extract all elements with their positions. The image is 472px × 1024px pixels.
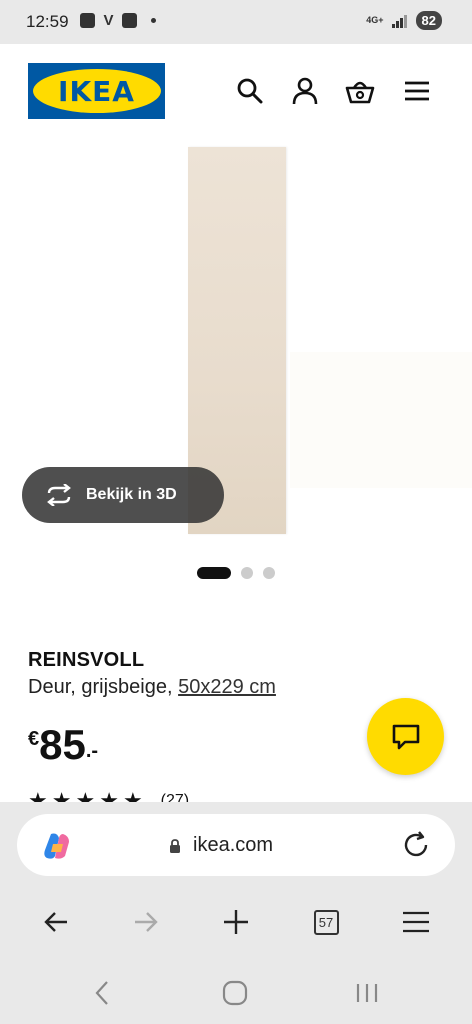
lock-icon	[170, 838, 180, 853]
browser-nav-row: 57	[0, 902, 472, 942]
status-bar: 12:59 V 4G+ 82	[0, 0, 472, 44]
new-tab-button[interactable]	[220, 906, 252, 938]
network-type-icon: 4G+	[366, 15, 384, 25]
chat-button[interactable]	[367, 698, 444, 775]
system-nav-bar	[0, 974, 472, 1014]
back-button[interactable]	[40, 906, 72, 938]
reload-icon[interactable]	[401, 830, 431, 860]
arrow-right-icon	[135, 912, 158, 932]
tabs-button[interactable]: 57	[310, 906, 342, 938]
pagination-dot[interactable]	[241, 567, 253, 579]
signal-icon	[391, 14, 408, 28]
app-notification-icon	[80, 13, 95, 28]
view-in-3d-button[interactable]: Bekijk in 3D	[22, 467, 224, 523]
menu-icon[interactable]	[402, 76, 432, 106]
browser-toolbar: ikea.com 57	[0, 802, 472, 1024]
site-header: IKEA	[0, 44, 472, 144]
status-time: 12:59	[26, 12, 69, 31]
copilot-icon[interactable]	[41, 830, 73, 862]
tabs-count: 57	[313, 909, 339, 935]
product-name: REINSVOLL	[28, 649, 145, 671]
price-decimals: .-	[85, 740, 99, 762]
rotate-3d-icon	[47, 484, 71, 506]
v-notification-icon: V	[103, 12, 114, 29]
gallery-pagination	[197, 567, 275, 579]
price-currency: €	[28, 728, 40, 750]
product-size-link[interactable]: 50x229 cm	[178, 676, 276, 698]
system-home-icon[interactable]	[222, 980, 248, 1006]
product-price: € 85 .-	[28, 722, 98, 768]
logo-text: IKEA	[58, 74, 135, 108]
basket-icon[interactable]	[345, 76, 375, 106]
next-image-preview	[290, 352, 472, 488]
pagination-dot[interactable]	[263, 567, 275, 579]
battery-icon: 82	[415, 11, 442, 30]
status-right: 4G+ 82	[366, 11, 442, 30]
logo-ellipse: IKEA	[32, 69, 161, 113]
ikea-logo[interactable]: IKEA	[28, 63, 165, 119]
system-recents-icon[interactable]	[354, 980, 380, 1006]
url-text: ikea.com	[193, 834, 274, 856]
system-back-icon[interactable]	[92, 980, 112, 1006]
address-bar[interactable]: ikea.com	[17, 814, 455, 876]
account-icon[interactable]	[290, 76, 320, 106]
product-description: Deur, grijsbeige, 50x229 cm	[28, 676, 276, 699]
browser-menu-button[interactable]	[400, 906, 432, 938]
arrow-left-icon	[44, 912, 67, 932]
url-display[interactable]: ikea.com	[169, 834, 273, 857]
price-amount: 85	[39, 721, 86, 768]
chat-icon	[392, 724, 419, 749]
plus-icon	[224, 910, 248, 934]
check-notification-icon	[122, 13, 137, 28]
more-notifications-dot	[151, 18, 156, 23]
pagination-dot-active[interactable]	[197, 567, 231, 579]
search-icon[interactable]	[235, 76, 265, 106]
menu-icon	[403, 911, 429, 933]
view-in-3d-label: Bekijk in 3D	[86, 486, 177, 503]
forward-button[interactable]	[130, 906, 162, 938]
notification-icons: V	[80, 13, 156, 28]
product-type-color: Deur, grijsbeige,	[28, 676, 173, 698]
